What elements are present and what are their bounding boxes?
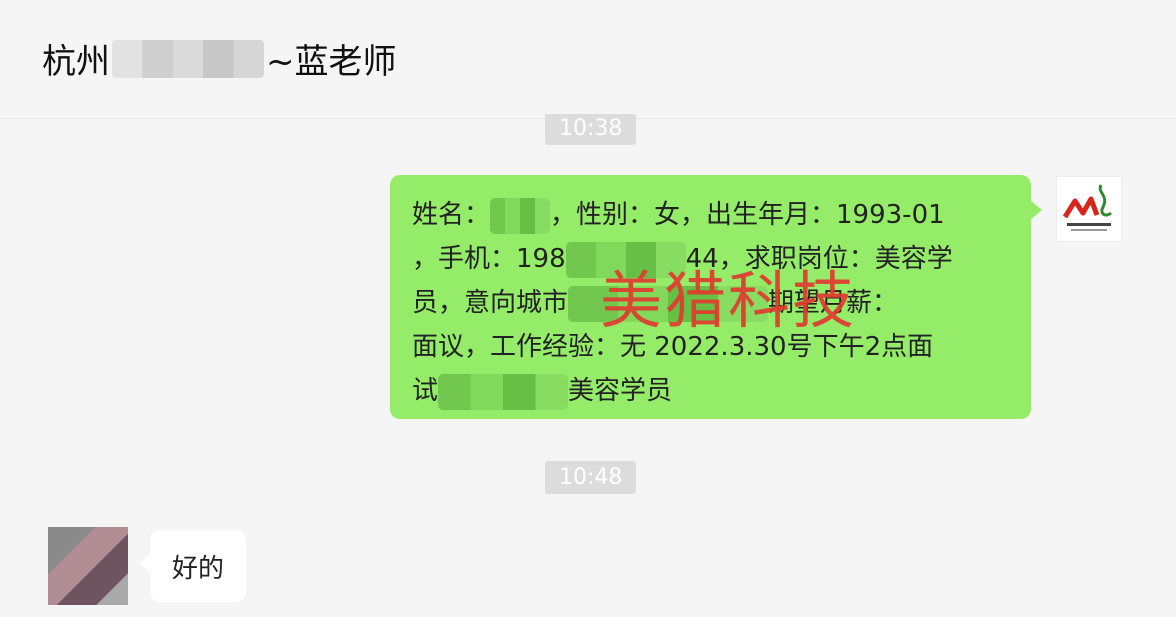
message-bubble-other[interactable]: 好的 [150, 530, 247, 602]
message-text: 姓名： [412, 200, 491, 230]
message-text: 试 [412, 376, 439, 406]
watermark-text: 美猎科技 [600, 264, 857, 337]
title-bar-foreground: 杭州 ~蓝老师 [0, 0, 1176, 118]
redacted-title-segment-overlay [112, 39, 264, 78]
message-text: ，性别：女，出生年月：1993-01 [550, 200, 945, 230]
avatar-me[interactable] [1056, 176, 1122, 242]
message-timestamp: 10:48 [545, 461, 637, 494]
avatar-contact[interactable] [48, 527, 128, 605]
brand-logo-icon [1062, 184, 1113, 231]
message-text: 好的 [172, 553, 225, 584]
message-text: 美容学员 [568, 376, 673, 406]
message-line: 姓名： ，性别：女，出生年月：1993-01 [412, 193, 1009, 237]
chat-title-suffix-overlay: ~蓝老师 [266, 42, 397, 82]
message-text: 员，意向城市 [412, 288, 569, 318]
message-line: 试 美容学员 [412, 369, 1009, 413]
redacted-company [438, 373, 569, 410]
chat-title-prefix-overlay: 杭州 [42, 42, 110, 82]
message-text: ，手机：198 [412, 244, 566, 274]
bubble-tail-me [1030, 200, 1042, 220]
redacted-name [490, 197, 551, 234]
chat-title-overlay: 杭州 ~蓝老师 [42, 34, 397, 83]
